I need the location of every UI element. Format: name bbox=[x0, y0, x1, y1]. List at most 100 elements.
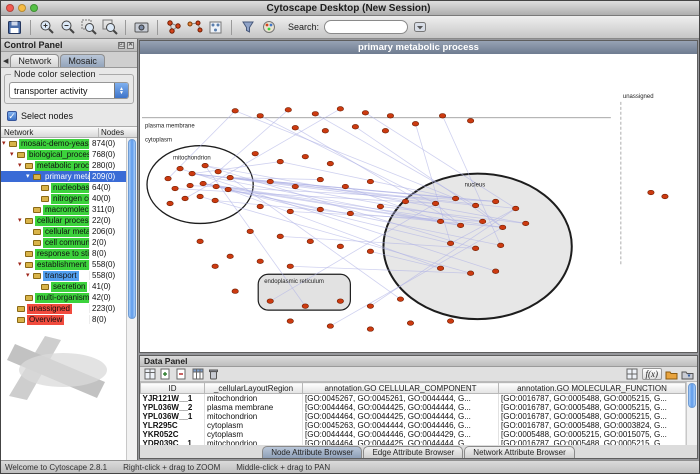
table-cell[interactable]: plasma membrane bbox=[205, 403, 303, 412]
tree-row[interactable]: Overview8(0) bbox=[1, 314, 126, 325]
table-cell[interactable]: YDR039C__1 bbox=[141, 439, 205, 445]
network-from-selection-icon[interactable] bbox=[185, 18, 204, 37]
table-cell[interactable]: [GO:0044464, GO:0044425, GO:0044444, G..… bbox=[303, 403, 499, 412]
network-column-header[interactable]: Network bbox=[1, 128, 99, 137]
tree-row[interactable]: ▾mosaic-demo-yeast874(0) bbox=[1, 138, 126, 149]
table-row[interactable]: YLR295Ccytoplasm[GO:0045263, GO:0044444,… bbox=[141, 421, 686, 430]
select-nodes-checkbox[interactable]: ✓ bbox=[7, 111, 17, 121]
dropdown-arrows-icon[interactable]: ▲▼ bbox=[114, 83, 128, 98]
table-cell[interactable]: [GO:0045263, GO:0044444, GO:0044446, G..… bbox=[303, 421, 499, 430]
table-cell[interactable]: YPL036W__2 bbox=[141, 403, 205, 412]
float-panel-icon[interactable]: ◰ bbox=[118, 42, 125, 49]
table-row[interactable]: YJR121W__1mitochondrion[GO:0045267, GO:0… bbox=[141, 394, 686, 404]
filter-icon[interactable] bbox=[238, 18, 257, 37]
expand-icon[interactable]: ▾ bbox=[18, 217, 25, 224]
open-folder-icon[interactable] bbox=[665, 368, 678, 380]
tree-row[interactable]: ▾transport558(0) bbox=[1, 270, 126, 281]
tab-node-attribute-browser[interactable]: Node Attribute Browser bbox=[262, 446, 362, 458]
table-cell[interactable]: [GO:0005488, GO:0005215, GO:0015075, G..… bbox=[499, 430, 686, 439]
select-attributes-icon[interactable] bbox=[143, 368, 156, 380]
create-attribute-icon[interactable] bbox=[159, 368, 172, 380]
tree-scrollbar[interactable] bbox=[126, 138, 137, 460]
delete-attribute-icon[interactable] bbox=[175, 368, 188, 380]
network-canvas-svg[interactable]: plasma membranecytoplasmmitochondrionnuc… bbox=[140, 54, 697, 352]
trash-icon[interactable] bbox=[207, 368, 220, 380]
expand-icon[interactable]: ▾ bbox=[26, 272, 33, 279]
table-cell[interactable]: mitochondrion bbox=[205, 439, 303, 445]
column-header-molecular-function[interactable]: annotation.GO MOLECULAR_FUNCTION bbox=[499, 383, 686, 394]
attribute-columns-icon[interactable] bbox=[191, 368, 204, 380]
tree-row[interactable]: ▾biological_process768(0) bbox=[1, 149, 126, 160]
formula-builder-button[interactable]: f(x) bbox=[642, 368, 663, 380]
tree-scrollbar-thumb[interactable] bbox=[128, 139, 136, 319]
table-cell[interactable]: [GO:0016787, GO:0005488, GO:0005215, G..… bbox=[499, 439, 686, 445]
apply-layout-icon[interactable] bbox=[206, 18, 225, 37]
tree-row[interactable]: ▾establishment of lo558(0) bbox=[1, 259, 126, 270]
close-panel-icon[interactable]: ✕ bbox=[127, 42, 134, 49]
search-options-icon[interactable] bbox=[410, 18, 429, 37]
matrix-icon[interactable] bbox=[626, 368, 639, 380]
tab-edge-attribute-browser[interactable]: Edge Attribute Browser bbox=[363, 446, 463, 458]
column-header-region[interactable]: _cellularLayoutRegion bbox=[205, 383, 303, 394]
tree-row[interactable]: response to stimul8(0) bbox=[1, 248, 126, 259]
table-scrollbar[interactable] bbox=[686, 382, 697, 445]
table-row[interactable]: YDR039C__1mitochondrion[GO:0044464, GO:0… bbox=[141, 439, 686, 445]
expand-icon[interactable]: ▾ bbox=[18, 261, 25, 268]
save-session-icon[interactable] bbox=[5, 18, 24, 37]
tree-row[interactable]: macromolecule311(0) bbox=[1, 204, 126, 215]
table-cell[interactable]: mitochondrion bbox=[205, 394, 303, 404]
nodes-column-header[interactable]: Nodes bbox=[99, 128, 137, 137]
tab-network-attribute-browser[interactable]: Network Attribute Browser bbox=[464, 446, 574, 458]
table-cell[interactable]: mitochondrion bbox=[205, 412, 303, 421]
expand-icon[interactable]: ▾ bbox=[2, 140, 9, 147]
table-cell[interactable]: cytoplasm bbox=[205, 421, 303, 430]
tree-row[interactable]: ▾primary metabol209(0) bbox=[1, 171, 126, 182]
tree-row[interactable]: ▾metabolic process280(0) bbox=[1, 160, 126, 171]
table-cell[interactable]: YJR121W__1 bbox=[141, 394, 205, 404]
tree-row[interactable]: cellular metabo206(0) bbox=[1, 226, 126, 237]
tab-network[interactable]: Network bbox=[10, 54, 59, 67]
import-table-icon[interactable] bbox=[681, 368, 694, 380]
column-header-cellular-component[interactable]: annotation.GO CELLULAR_COMPONENT bbox=[303, 383, 499, 394]
create-network-icon[interactable] bbox=[164, 18, 183, 37]
table-scrollbar-thumb[interactable] bbox=[688, 383, 696, 408]
tree-row[interactable]: cell communicat2(0) bbox=[1, 237, 126, 248]
table-cell[interactable]: cytoplasm bbox=[205, 430, 303, 439]
table-cell[interactable]: [GO:0016787, GO:0005488, GO:0003824, G..… bbox=[499, 421, 686, 430]
tree-row[interactable]: multi-organism pro42(0) bbox=[1, 292, 126, 303]
tab-mosaic[interactable]: Mosaic bbox=[60, 54, 105, 67]
data-panel-titlebar[interactable]: Data Panel bbox=[140, 356, 697, 367]
table-cell[interactable]: YKR052C bbox=[141, 430, 205, 439]
table-cell[interactable]: [GO:0044444, GO:0044446, GO:0044429, G..… bbox=[303, 430, 499, 439]
close-window-icon[interactable] bbox=[6, 4, 14, 12]
table-row[interactable]: YKR052Ccytoplasm[GO:0044444, GO:0044446,… bbox=[141, 430, 686, 439]
zoom-out-icon[interactable] bbox=[58, 18, 77, 37]
column-header-id[interactable]: ID bbox=[141, 383, 205, 394]
node-color-dropdown[interactable]: transporter activity ▲▼ bbox=[9, 82, 129, 99]
tree-row[interactable]: nitrogen compo40(0) bbox=[1, 193, 126, 204]
table-cell[interactable]: [GO:0045267, GO:0045261, GO:0044444, G..… bbox=[303, 394, 499, 404]
tree-row[interactable]: unassigned223(0) bbox=[1, 303, 126, 314]
table-row[interactable]: YPL036W__1mitochondrion[GO:0044464, GO:0… bbox=[141, 412, 686, 421]
table-cell[interactable]: [GO:0044464, GO:0044425, GO:0044444, G..… bbox=[303, 439, 499, 445]
search-input[interactable] bbox=[324, 20, 408, 34]
table-cell[interactable]: [GO:0016787, GO:0005488, GO:0005215, G..… bbox=[499, 403, 686, 412]
table-cell[interactable]: YPL036W__1 bbox=[141, 412, 205, 421]
table-cell[interactable]: YLR295C bbox=[141, 421, 205, 430]
tree-row[interactable]: secretion41(0) bbox=[1, 281, 126, 292]
zoom-fit-icon[interactable] bbox=[100, 18, 119, 37]
zoom-window-icon[interactable] bbox=[30, 4, 38, 12]
table-cell[interactable]: [GO:0016787, GO:0005488, GO:0005215, G..… bbox=[499, 412, 686, 421]
expand-icon[interactable]: ▾ bbox=[10, 151, 17, 158]
table-cell[interactable]: [GO:0016787, GO:0005488, GO:0005215, G..… bbox=[499, 394, 686, 404]
snapshot-icon[interactable] bbox=[132, 18, 151, 37]
network-view-titlebar[interactable]: primary metabolic process bbox=[140, 41, 697, 54]
table-cell[interactable]: [GO:0044464, GO:0044425, GO:0044444, G..… bbox=[303, 412, 499, 421]
tab-scroll-left-icon[interactable]: ◀ bbox=[2, 57, 10, 67]
minimize-window-icon[interactable] bbox=[18, 4, 26, 12]
window-titlebar[interactable]: Cytoscape Desktop (New Session) bbox=[1, 1, 699, 16]
vizmapper-icon[interactable] bbox=[259, 18, 278, 37]
tree-row[interactable]: ▾cellular process22(0) bbox=[1, 215, 126, 226]
zoom-in-icon[interactable] bbox=[37, 18, 56, 37]
tree-row[interactable]: nucleobase-co64(0) bbox=[1, 182, 126, 193]
